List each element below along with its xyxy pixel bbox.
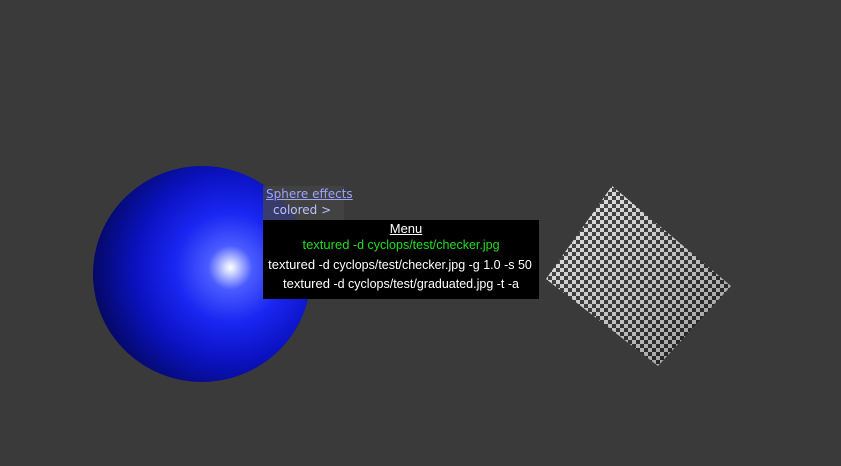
menu-item-textured-graduated[interactable]: textured -d cyclops/test/graduated.jpg -…	[263, 276, 539, 291]
menu-item-keyword: textured	[268, 257, 316, 272]
menu-item-textured-checker-gs[interactable]: textured -d cyclops/test/checker.jpg -g …	[262, 257, 538, 272]
menu-title: Menu	[389, 221, 423, 236]
sphere-effects-menu: Sphere effects colored > textured	[263, 186, 353, 234]
colored-submenu-item[interactable]: colored >	[273, 203, 331, 217]
menu-item-keyword: textured	[283, 276, 330, 291]
3d-viewport[interactable]: Sphere effects colored > textured Menu t…	[0, 0, 841, 466]
menu-item-args: -d cyclops/test/graduated.jpg -t -a	[333, 277, 519, 291]
main-menu: Menu textured -d cyclops/test/checker.jp…	[263, 220, 539, 299]
menu-item-textured-checker[interactable]: textured -d cyclops/test/checker.jpg	[263, 237, 539, 252]
menu-item-keyword: textured	[302, 237, 350, 252]
menu-item-args: -d cyclops/test/checker.jpg	[352, 238, 500, 252]
sphere-effects-title[interactable]: Sphere effects	[266, 187, 353, 201]
menu-item-args: -d cyclops/test/checker.jpg -g 1.0 -s 50	[318, 258, 532, 272]
